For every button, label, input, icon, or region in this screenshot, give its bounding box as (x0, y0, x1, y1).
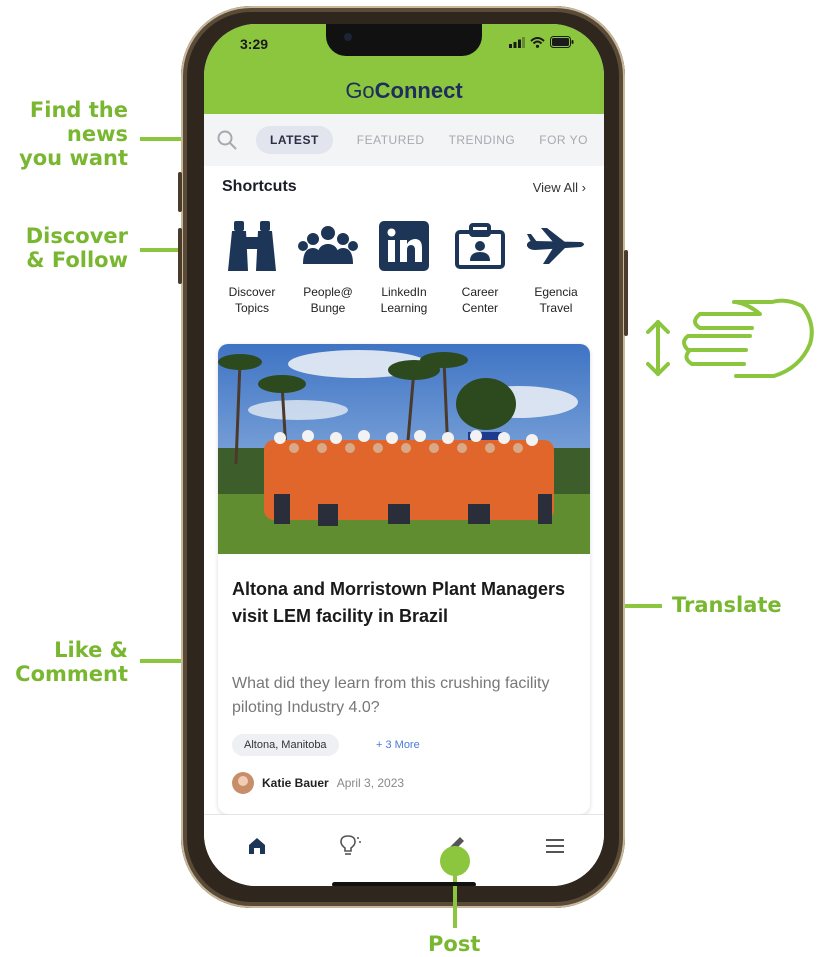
shortcut-discover-topics[interactable]: Discover Topics (214, 218, 290, 316)
lightbulb-icon[interactable] (336, 833, 362, 859)
article-title[interactable]: Altona and Morristown Plant Managers vis… (232, 576, 572, 630)
callout-line-post (453, 870, 457, 928)
camera-icon (344, 33, 352, 41)
callout-post: Post (428, 932, 481, 956)
search-icon[interactable] (216, 129, 238, 151)
tab-trending[interactable]: TRENDING (449, 133, 516, 147)
category-tabs: LATEST FEATURED TRENDING FOR YO (204, 114, 604, 166)
shortcut-linkedin-learning[interactable]: LinkedIn Learning (366, 218, 442, 316)
article-subtitle: What did they learn from this crushing f… (232, 675, 550, 716)
shortcut-people-bunge[interactable]: People@ Bunge (290, 218, 366, 316)
shortcut-label: Discover Topics (228, 285, 276, 315)
home-indicator (332, 882, 476, 886)
phone-volume-up (178, 228, 182, 284)
battery-icon (550, 36, 574, 48)
app-title-prefix: Go (345, 78, 375, 103)
shortcut-label: Egencia Travel (534, 285, 578, 315)
callout-translate: Translate (672, 593, 782, 617)
more-tags-link[interactable]: + 3 More (376, 739, 420, 751)
app-title: GoConnect (204, 78, 604, 104)
tab-for-you[interactable]: FOR YO (539, 133, 588, 147)
feed: Shortcuts View All › Discover Topics Peo… (204, 166, 604, 816)
author-name[interactable]: Katie Bauer (262, 776, 329, 790)
callout-like-comment: Like & Comment (15, 638, 128, 686)
callout-find-news: Find the news you want (19, 98, 128, 170)
shortcut-label: People@ Bunge (303, 285, 353, 315)
tab-latest[interactable]: LATEST (256, 126, 333, 154)
tag-chip[interactable]: Altona, Manitoba (232, 734, 339, 756)
badge-icon (455, 223, 505, 269)
home-icon[interactable] (244, 833, 270, 859)
phone-side-button (178, 172, 182, 212)
phone-power-button (624, 250, 628, 336)
bottom-nav (204, 814, 604, 886)
shortcut-career-center[interactable]: Career Center (442, 218, 518, 316)
shortcuts-heading: Shortcuts (222, 178, 297, 195)
shortcut-label: LinkedIn Learning (380, 285, 428, 315)
view-all-label: View All (532, 180, 579, 195)
status-icons (509, 36, 574, 48)
menu-icon[interactable] (542, 833, 568, 859)
app-title-bold: Connect (374, 78, 463, 103)
airplane-icon (527, 228, 584, 264)
binoculars-icon (228, 221, 276, 271)
shortcut-egencia-travel[interactable]: Egencia Travel (518, 218, 594, 316)
wifi-icon (530, 36, 545, 48)
linkedin-icon (379, 221, 429, 271)
chevron-right-icon: › (581, 180, 586, 195)
article-photo[interactable] (218, 344, 590, 554)
scroll-gesture-icon (646, 298, 814, 378)
avatar (232, 772, 254, 794)
signal-icon (509, 36, 525, 48)
article-card[interactable]: Altona and Morristown Plant Managers vis… (218, 344, 590, 814)
author-row: Katie Bauer April 3, 2023 (232, 772, 404, 794)
people-icon (298, 226, 358, 264)
status-time: 3:29 (240, 36, 269, 52)
post-date: April 3, 2023 (336, 776, 405, 790)
tab-featured[interactable]: FEATURED (357, 133, 425, 147)
notch (326, 24, 482, 56)
callout-discover-follow: Discover & Follow (25, 224, 128, 272)
phone-screen: 3:29 GoConnect LATEST FEATURED TRENDING … (204, 24, 604, 886)
view-all-link[interactable]: View All › (533, 180, 586, 195)
shortcut-label: Career Center (461, 285, 499, 315)
